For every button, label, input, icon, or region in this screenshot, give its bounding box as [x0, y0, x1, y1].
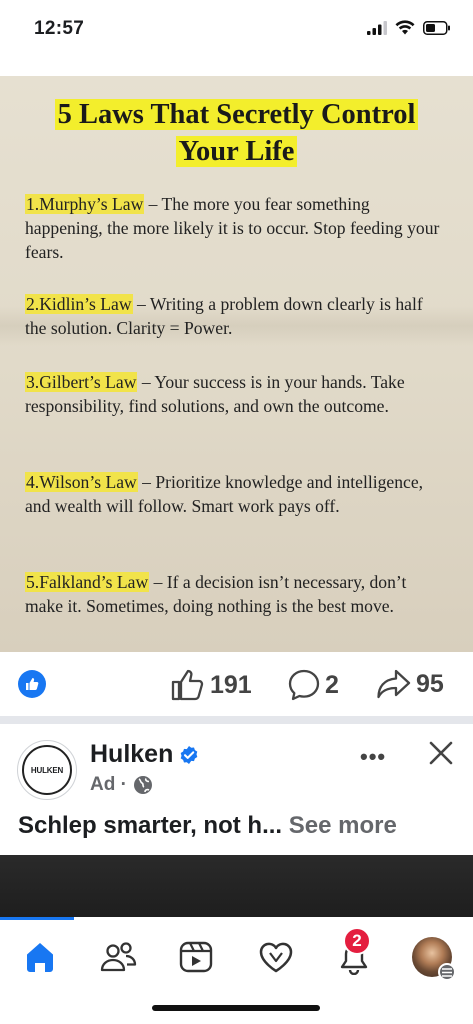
- like-count: 191: [210, 670, 252, 699]
- law-item: 4.Wilson’s Law – Prioritize knowledge an…: [25, 472, 424, 516]
- like-button[interactable]: 191: [170, 668, 252, 702]
- law-item: 1.Murphy’s Law – The more you fear somet…: [25, 194, 440, 262]
- share-icon: [377, 669, 411, 699]
- image-title: 5 Laws That Secretly Control Your Life: [0, 96, 473, 170]
- ad-media[interactable]: [0, 855, 473, 917]
- status-bar: 12:57: [0, 0, 473, 60]
- menu-icon: [438, 963, 456, 981]
- hulken-logo: HULKEN: [22, 745, 72, 795]
- globe-icon: [133, 776, 152, 794]
- like-reaction-icon[interactable]: [18, 670, 46, 698]
- thumbs-up-icon: [171, 669, 204, 701]
- active-tab-indicator: [0, 917, 74, 920]
- home-indicator: [152, 1005, 320, 1011]
- friends-icon: [100, 942, 137, 972]
- nav-profile[interactable]: [412, 937, 456, 981]
- ad-text: Schlep smarter, not h... See more: [18, 812, 397, 839]
- comment-icon: [288, 669, 320, 701]
- home-icon: [27, 943, 53, 972]
- comment-button[interactable]: 2: [287, 668, 339, 702]
- post-divider: [0, 716, 473, 724]
- cellular-signal-icon: [367, 20, 387, 40]
- verified-badge-icon: [181, 745, 198, 764]
- see-more-link[interactable]: See more: [289, 812, 397, 839]
- nav-video[interactable]: [176, 937, 216, 977]
- close-icon[interactable]: [428, 740, 454, 771]
- post-image[interactable]: 5 Laws That Secretly Control Your Life 1…: [0, 76, 473, 652]
- law-item: 3.Gilbert’s Law – Your success is in you…: [25, 372, 405, 416]
- video-icon: [179, 941, 213, 973]
- ad-meta: Ad ·: [90, 774, 153, 796]
- nav-dating[interactable]: [256, 937, 296, 977]
- status-icons: [367, 20, 451, 40]
- nav-home[interactable]: [20, 937, 60, 977]
- share-count: 95: [416, 669, 444, 698]
- law-item: 2.Kidlin’s Law – Writing a problem down …: [25, 294, 423, 338]
- law-item: 5.Falkland’s Law – If a decision isn’t n…: [25, 572, 407, 616]
- sponsored-label: Ad ·: [90, 774, 127, 795]
- advertiser-avatar[interactable]: HULKEN: [17, 740, 77, 800]
- nav-friends[interactable]: [98, 937, 138, 977]
- reaction-bar: 191 2 95: [0, 652, 473, 716]
- ad-header: HULKEN Hulken Ad · •••: [0, 724, 473, 824]
- heart-icon: [259, 942, 293, 973]
- status-time: 12:57: [34, 18, 85, 39]
- advertiser-name[interactable]: Hulken: [90, 740, 199, 769]
- notification-badge: 2: [343, 927, 371, 955]
- avatar: [412, 937, 456, 981]
- comment-count: 2: [325, 670, 339, 699]
- battery-icon: [423, 20, 451, 40]
- share-button[interactable]: 95: [376, 668, 444, 700]
- more-options-button[interactable]: •••: [360, 744, 386, 770]
- wifi-icon: [395, 20, 415, 40]
